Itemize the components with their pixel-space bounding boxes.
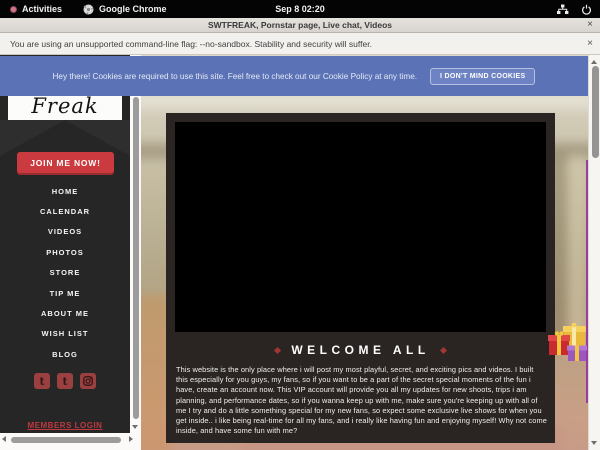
sidebar-item-blog[interactable]: BLOG — [0, 344, 130, 364]
members-login-link[interactable]: MEMBERS LOGIN — [0, 421, 130, 430]
nav-label: TIP ME — [50, 289, 81, 298]
sidebar-hscrollbar-thumb[interactable] — [11, 437, 121, 443]
chevron-decor — [0, 120, 65, 156]
scroll-down-arrow[interactable] — [132, 425, 138, 429]
window-title-bar: SWTFREAK, Pornstar page, Live chat, Vide… — [0, 18, 600, 33]
join-me-now-button[interactable]: JOIN ME NOW! — [17, 152, 114, 173]
flag-infobar: You are using an unsupported command-lin… — [0, 33, 600, 55]
chevron-decor — [65, 120, 130, 156]
scroll-up-arrow[interactable] — [591, 60, 597, 64]
red-diamond-icon — [440, 346, 447, 353]
scroll-down-arrow[interactable] — [591, 441, 597, 445]
video-player[interactable] — [175, 122, 546, 332]
sidebar-scrollbar-thumb[interactable] — [133, 97, 139, 419]
logo-script-text: Freak — [8, 94, 122, 118]
tumblr-icon[interactable]: t — [57, 373, 73, 389]
sidebar-horizontal-scrollbar[interactable] — [0, 433, 141, 450]
sidebar-item-videos[interactable]: VIDEOS — [0, 222, 130, 242]
sidebar-item-wish-list[interactable]: WISH LIST — [0, 324, 130, 344]
sidebar-item-home[interactable]: HOME — [0, 181, 130, 201]
welcome-heading: WELCOME ALL — [291, 343, 429, 357]
scroll-right-arrow[interactable] — [129, 436, 133, 442]
sidebar-item-photos[interactable]: PHOTOS — [0, 242, 130, 262]
nav-label: WISH LIST — [42, 329, 89, 338]
welcome-paragraph: This website is the only place where i w… — [176, 365, 547, 436]
sidebar-item-tip-me[interactable]: TIP ME — [0, 283, 130, 303]
nav-label: VIDEOS — [48, 227, 82, 236]
cookie-accept-button[interactable]: I DON'T MIND COOKIES — [430, 68, 535, 85]
sidebar-item-calendar[interactable]: CALENDAR — [0, 201, 130, 221]
nav-label: BLOG — [52, 350, 78, 359]
flag-message: You are using an unsupported command-lin… — [10, 39, 372, 49]
gift-boxes-icon — [547, 320, 593, 364]
sidebar-vertical-scrollbar[interactable] — [130, 55, 141, 450]
sidebar: S Freak JOIN ME NOW! HOME CALENDAR VIDEO… — [0, 55, 130, 433]
content-panel: WELCOME ALL This website is the only pla… — [166, 113, 555, 443]
scroll-left-arrow[interactable] — [2, 436, 6, 442]
screen: Activities Google Chrome Sep 8 02:20 — [0, 0, 600, 450]
gnome-top-bar: Activities Google Chrome Sep 8 02:20 — [0, 0, 600, 18]
clock[interactable]: Sep 8 02:20 — [275, 4, 325, 14]
flagbar-close-button[interactable]: × — [587, 38, 593, 49]
network-icon[interactable] — [556, 4, 569, 15]
nav-label: HOME — [52, 187, 79, 196]
cookie-consent-bar: Hey there! Cookies are required to use t… — [0, 56, 588, 96]
window-title: SWTFREAK, Pornstar page, Live chat, Vide… — [208, 20, 392, 30]
instagram-icon[interactable] — [80, 373, 96, 389]
twitter-icon[interactable]: t — [34, 373, 50, 389]
sidebar-item-about-me[interactable]: ABOUT ME — [0, 303, 130, 323]
tumblr-glyph: t — [62, 376, 67, 387]
sidebar-item-store[interactable]: STORE — [0, 263, 130, 283]
cookie-message: Hey there! Cookies are required to use t… — [53, 72, 418, 81]
window-close-button[interactable]: × — [587, 19, 593, 30]
nav-label: STORE — [50, 268, 81, 277]
twitter-glyph: t — [39, 376, 44, 387]
nav-label: ABOUT ME — [41, 309, 89, 318]
power-icon[interactable] — [581, 4, 592, 15]
nav-label: CALENDAR — [40, 207, 90, 216]
page-vertical-scrollbar[interactable] — [588, 55, 600, 450]
browser-viewport: WELCOME ALL This website is the only pla… — [0, 55, 600, 450]
page-scrollbar-thumb[interactable] — [592, 66, 599, 158]
social-links: t t — [0, 373, 130, 389]
red-diamond-icon — [274, 346, 281, 353]
nav-label: PHOTOS — [46, 248, 84, 257]
sidebar-nav: HOME CALENDAR VIDEOS PHOTOS STORE TIP ME… — [0, 181, 130, 365]
camera-glyph — [83, 376, 93, 386]
